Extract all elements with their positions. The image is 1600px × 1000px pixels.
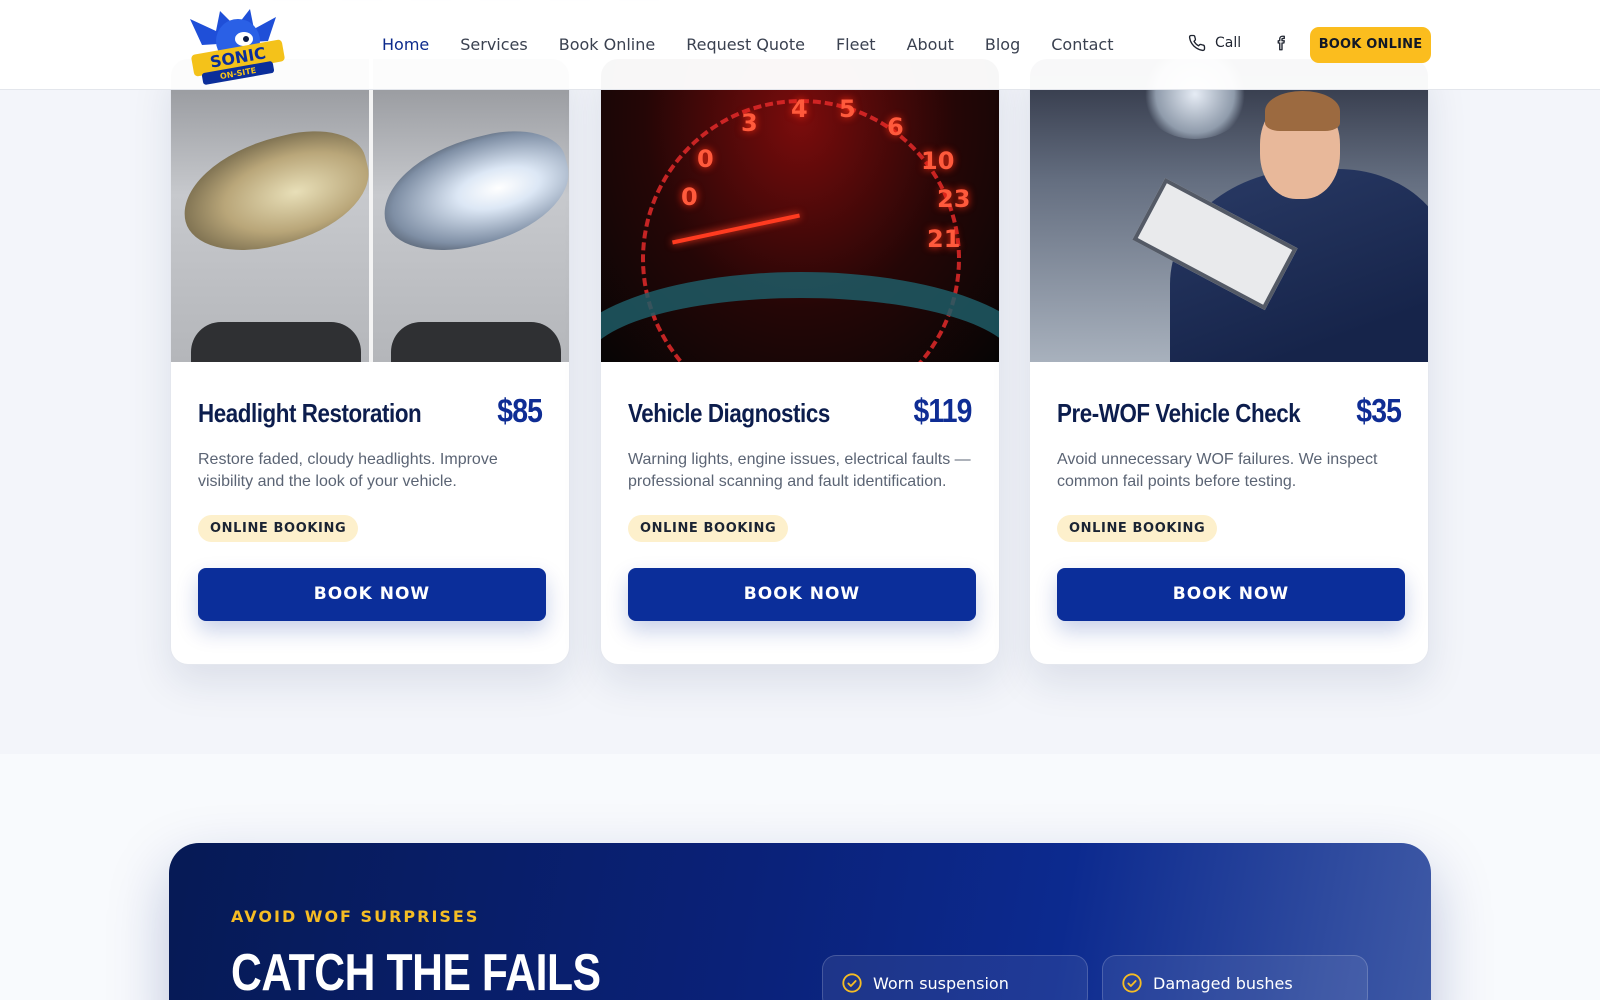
nav-item-fleet[interactable]: Fleet — [836, 35, 876, 54]
service-card-diagnostics: 3 4 5 6 0 0 10 23 21 Vehicle Diagnostics… — [600, 58, 1000, 665]
call-link[interactable]: Call — [1188, 34, 1241, 52]
check-item-label: Worn suspension — [873, 973, 1009, 993]
service-price: $35 — [1356, 392, 1402, 429]
book-now-button[interactable]: BOOK NOW — [1057, 568, 1405, 621]
banner-eyebrow: AVOID WOF SURPRISES — [231, 907, 480, 926]
service-price: $119 — [913, 392, 973, 429]
service-description: Restore faded, cloudy headlights. Improv… — [198, 451, 498, 490]
service-price: $85 — [497, 392, 543, 429]
check-item: Damaged bushes — [1102, 955, 1368, 1000]
services-section: ▬ ▬ ▬ ▬ ▬ ▬ Headlight Restoration $85 Re… — [0, 0, 1600, 754]
nav-item-about[interactable]: About — [907, 35, 954, 54]
service-description: Warning lights, engine issues, electrica… — [628, 451, 971, 490]
wof-banner: AVOID WOF SURPRISES CATCH THE FAILS Worn… — [169, 843, 1431, 1000]
brand-logo[interactable]: SONIC ON-SITE — [184, 5, 290, 87]
service-description: Avoid unnecessary WOF failures. We inspe… — [1057, 451, 1378, 490]
nav-item-request-quote[interactable]: Request Quote — [686, 35, 805, 54]
service-title: Pre-WOF Vehicle Check — [1057, 398, 1301, 428]
image-divider — [369, 59, 373, 362]
service-card-headlight: Headlight Restoration $85 Restore faded,… — [170, 58, 570, 665]
book-now-button[interactable]: BOOK NOW — [198, 568, 546, 621]
check-item: Worn suspension — [822, 955, 1088, 1000]
call-label: Call — [1215, 35, 1242, 51]
book-online-button[interactable]: BOOK ONLINE — [1310, 27, 1431, 63]
check-item-label: Damaged bushes — [1153, 973, 1293, 993]
check-circle-icon — [842, 973, 862, 993]
pre-wof-check-image — [1030, 59, 1428, 362]
online-booking-badge: ONLINE BOOKING — [628, 515, 789, 542]
phone-icon — [1188, 34, 1206, 52]
nav-item-book-online[interactable]: Book Online — [559, 35, 656, 54]
online-booking-badge: ONLINE BOOKING — [198, 515, 359, 542]
site-header: SONIC ON-SITE Home Services Book Online … — [0, 0, 1600, 90]
nav-item-home[interactable]: Home — [382, 35, 429, 54]
nav-item-blog[interactable]: Blog — [985, 35, 1020, 54]
headlight-restoration-image — [171, 59, 569, 362]
nav-item-services[interactable]: Services — [460, 35, 527, 54]
service-card-prewof: Pre-WOF Vehicle Check $35 Avoid unnecess… — [1029, 58, 1429, 665]
banner-heading: CATCH THE FAILS — [231, 944, 601, 1000]
vehicle-diagnostics-image: 3 4 5 6 0 0 10 23 21 — [601, 59, 999, 362]
facebook-icon[interactable] — [1273, 34, 1291, 57]
service-title: Vehicle Diagnostics — [628, 398, 830, 428]
nav-item-contact[interactable]: Contact — [1051, 35, 1113, 54]
service-title: Headlight Restoration — [198, 398, 422, 428]
check-circle-icon — [1122, 973, 1142, 993]
online-booking-badge: ONLINE BOOKING — [1057, 515, 1218, 542]
book-now-button[interactable]: BOOK NOW — [628, 568, 976, 621]
main-nav: Home Services Book Online Request Quote … — [382, 0, 1145, 88]
